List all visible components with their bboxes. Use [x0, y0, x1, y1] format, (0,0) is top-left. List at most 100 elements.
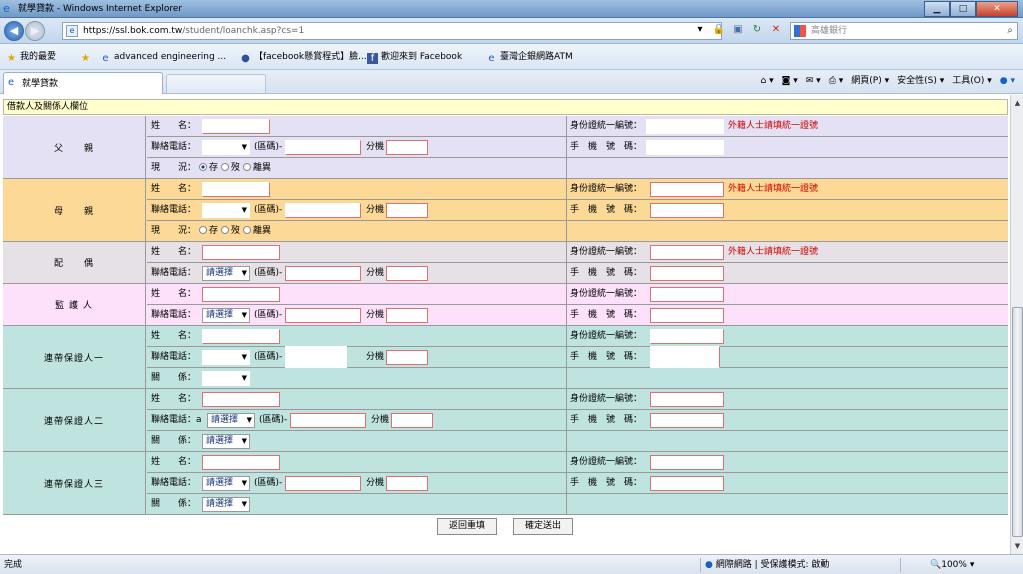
mother-name-input[interactable] — [202, 182, 270, 197]
father-status-divorced[interactable] — [243, 163, 252, 171]
guarantor3-phone-input[interactable] — [285, 476, 361, 491]
forward-button[interactable]: ▶ — [25, 21, 45, 41]
guardian-id-input[interactable] — [650, 287, 724, 302]
group-guarantor-3: 連帶保證人三 姓 名： 身份證統一編號： 聯絡電話： 請選擇 ▼ (區碼)- 分機 手 … — [3, 452, 1008, 515]
ie-page-icon: e — [488, 53, 495, 64]
tab-active[interactable]: e 就學貸款 — [3, 72, 163, 94]
father-status-deceased[interactable] — [221, 163, 230, 171]
mother-status-deceased[interactable] — [221, 226, 230, 234]
lock-icon[interactable]: 🔒 — [711, 21, 727, 39]
guardian-row-name: 姓 名： 身份證統一編號： — [147, 284, 1008, 305]
vertical-scrollbar[interactable]: ▲ ▼ — [1010, 95, 1023, 554]
guarantor1-phone-input[interactable] — [285, 346, 347, 368]
guarantor1-row-name: 姓 名： 身份證統一編號： — [147, 326, 1008, 347]
feeds-icon[interactable]: ◙ ▾ — [782, 75, 798, 87]
add-favorites-icon[interactable]: ★ — [80, 51, 94, 64]
guarantor1-id-input[interactable] — [650, 329, 724, 344]
guarantor1-relation-select[interactable]: ▼ — [202, 371, 250, 386]
guarantor2-ext-input[interactable] — [391, 413, 433, 428]
new-tab-button[interactable] — [166, 74, 266, 93]
mail-icon[interactable]: ✉ ▾ — [806, 75, 821, 87]
print-icon[interactable]: ⎙ ▾ — [829, 75, 844, 87]
spouse-id-input[interactable] — [650, 245, 724, 260]
spouse-ext-input[interactable] — [386, 266, 428, 281]
search-input[interactable]: 高雄銀行 — [811, 25, 847, 37]
home-icon[interactable]: ⌂ ▾ — [761, 75, 774, 87]
guarantor3-relation-select[interactable]: 請選擇 ▼ — [202, 497, 250, 512]
guarantor2-area-select[interactable]: 請選擇 ▼ — [207, 413, 255, 428]
search-icon[interactable]: ⌕ — [1007, 25, 1013, 37]
security-zone[interactable]: ● 網際網路 | 受保護模式: 啟動 — [705, 556, 829, 574]
reset-button[interactable]: 返回重填 — [437, 518, 497, 535]
url-field[interactable]: e https://ssl.bok.com.tw/student/loanchk… — [62, 22, 722, 40]
guarantor3-mobile-input[interactable] — [650, 476, 724, 491]
guarantor2-phone-input[interactable] — [290, 413, 366, 428]
mother-area-select[interactable]: ▼ — [202, 203, 250, 218]
guarantor1-area-select[interactable]: ▼ — [202, 350, 250, 365]
mother-status-divorced[interactable] — [243, 226, 252, 234]
submit-button[interactable]: 確定送出 — [513, 518, 573, 535]
window-title: 就學貸款 - Windows Internet Explorer — [18, 4, 183, 14]
safety-menu[interactable]: 安全性(S) ▾ — [897, 75, 944, 87]
father-area-select[interactable]: ▼ — [202, 140, 250, 155]
favorite-link-2[interactable]: ● 【facebook懸賞程式】臉... — [240, 51, 367, 64]
guarantor2-name-input[interactable] — [202, 392, 280, 407]
stop-icon[interactable]: ✕ — [768, 21, 784, 39]
mother-row-name: 姓 名： 身份證統一編號： 外籍人士請填統一證號 — [147, 179, 1008, 200]
favorite-link-1[interactable]: e advanced engineering ... — [100, 51, 226, 64]
mother-mobile-input[interactable] — [650, 203, 724, 218]
compat-view-icon[interactable]: ▣ — [730, 21, 746, 39]
scroll-down-icon[interactable]: ▼ — [1012, 540, 1023, 552]
guarantor1-name-input[interactable] — [202, 329, 280, 344]
ie-page-icon: e — [102, 53, 109, 64]
guardian-area-select[interactable]: 請選擇 ▼ — [202, 308, 250, 323]
father-phone-input[interactable] — [285, 140, 361, 155]
guarantor2-row-phone: 聯絡電話：a 請選擇 ▼ (區碼)- 分機 手 機 號 碼： — [147, 410, 1008, 431]
spouse-phone-input[interactable] — [285, 266, 361, 281]
scroll-thumb[interactable] — [1012, 307, 1023, 537]
favorite-link-3[interactable]: f 歡迎來到 Facebook — [367, 51, 462, 64]
tools-menu[interactable]: 工具(O) ▾ — [952, 75, 992, 87]
zoom-control[interactable]: 🔍100% ▾ — [930, 556, 974, 574]
mother-ext-input[interactable] — [386, 203, 428, 218]
guarantor2-id-input[interactable] — [650, 392, 724, 407]
maximize-button[interactable]: □ — [950, 1, 976, 17]
guardian-ext-input[interactable] — [386, 308, 428, 323]
father-id-input[interactable] — [646, 119, 724, 134]
help-icon[interactable]: ● ▾ — [1000, 75, 1015, 87]
father-name-input[interactable] — [202, 119, 270, 134]
guarantor1-row-relation: 關 係： ▼ — [147, 368, 1008, 389]
guardian-phone-input[interactable] — [285, 308, 361, 323]
guarantor2-relation-select[interactable]: 請選擇 ▼ — [202, 434, 250, 449]
guardian-mobile-input[interactable] — [650, 308, 724, 323]
minimize-button[interactable]: ▁ — [924, 1, 950, 17]
close-button[interactable]: ✕ — [976, 1, 1018, 17]
back-button[interactable]: ◀ — [4, 21, 24, 41]
father-status-alive[interactable] — [199, 163, 208, 171]
refresh-icon[interactable]: ↻ — [749, 21, 765, 39]
guarantor3-area-select[interactable]: 請選擇 ▼ — [202, 476, 250, 491]
spouse-area-select[interactable]: 請選擇 ▼ — [202, 266, 250, 281]
guarantor2-mobile-input[interactable] — [650, 413, 724, 428]
father-mobile-input[interactable] — [646, 140, 724, 155]
favorites-button[interactable]: ★ 我的最愛 — [6, 51, 56, 64]
mother-phone-input[interactable] — [285, 203, 361, 218]
guarantor3-name-input[interactable] — [202, 455, 280, 470]
guardian-name-input[interactable] — [202, 287, 280, 302]
search-box[interactable]: 高雄銀行 ⌕ — [790, 22, 1018, 40]
command-bar: ⌂ ▾ ◙ ▾ ✉ ▾ ⎙ ▾ 網頁(P) ▾ 安全性(S) ▾ 工具(O) ▾… — [761, 75, 1015, 87]
spouse-name-input[interactable] — [202, 245, 280, 260]
guarantor3-ext-input[interactable] — [386, 476, 428, 491]
page-menu[interactable]: 網頁(P) ▾ — [851, 75, 889, 87]
favorite-link-4[interactable]: e 臺灣企銀網路ATM — [486, 51, 572, 64]
guarantor1-mobile-input[interactable] — [650, 346, 720, 368]
mother-id-input[interactable] — [650, 182, 724, 197]
section-title: 借款人及關係人欄位 — [3, 99, 1008, 115]
scroll-up-icon[interactable]: ▲ — [1012, 97, 1023, 109]
guarantor3-id-input[interactable] — [650, 455, 724, 470]
guarantor1-ext-input[interactable] — [386, 350, 428, 365]
mother-status-alive[interactable] — [199, 226, 208, 234]
spouse-mobile-input[interactable] — [650, 266, 724, 281]
dropdown-icon[interactable]: ▾ — [692, 21, 708, 39]
father-ext-input[interactable] — [386, 140, 428, 155]
